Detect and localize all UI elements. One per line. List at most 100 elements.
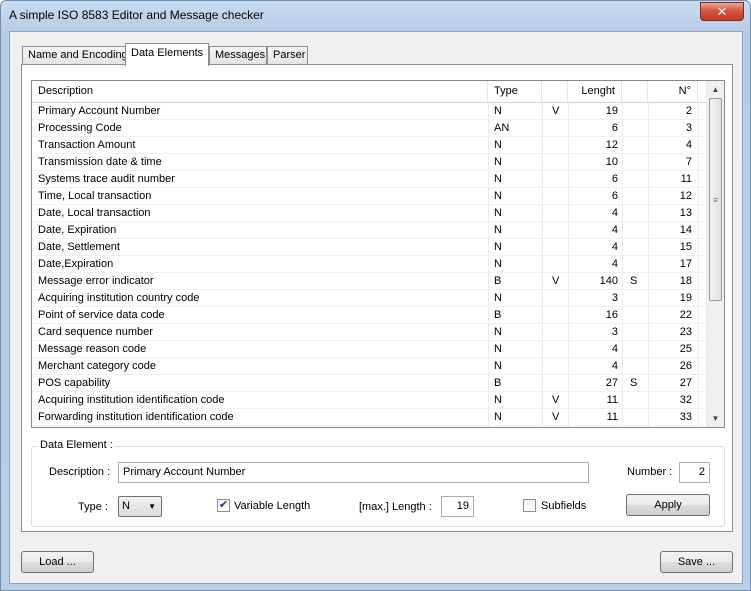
table-row[interactable]: Date, Local transaction N 4 13 (32, 205, 706, 222)
cell-variable: V (552, 105, 560, 117)
table-row[interactable]: Merchant category code N 4 26 (32, 358, 706, 375)
cell-number: 33 (679, 411, 692, 423)
scroll-up-arrow-icon[interactable]: ▲ (707, 81, 724, 98)
cell-type: N (494, 241, 502, 253)
cell-variable (552, 188, 562, 205)
max-length-label: [max.] Length : (359, 501, 432, 513)
column-header-length[interactable]: Lenght (568, 81, 622, 102)
cell-variable (552, 324, 562, 341)
variable-length-checkbox[interactable]: ✔ (217, 499, 230, 512)
cell-description: Primary Account Number (38, 105, 161, 117)
table-row[interactable]: Forwarding institution identification co… (32, 409, 706, 426)
main-window: A simple ISO 8583 Editor and Message che… (0, 0, 751, 591)
column-header-description[interactable]: Description (32, 81, 488, 102)
description-label: Description : (49, 466, 111, 478)
column-header-number[interactable]: N° (648, 81, 698, 102)
cell-number: 22 (679, 309, 692, 321)
cell-length: 4 (611, 343, 618, 355)
list-header: Description Type Lenght N° (32, 81, 706, 103)
variable-length-label[interactable]: Variable Length (234, 500, 310, 512)
cell-description: Time, Local transaction (38, 190, 152, 202)
cell-subfields (630, 154, 640, 171)
group-legend: Data Element : (38, 439, 115, 451)
type-select[interactable]: N ▼ (118, 496, 162, 517)
cell-subfields (630, 256, 640, 273)
list-rows: Primary Account Number N V 19 2 Processing Co… (32, 103, 706, 426)
cell-number: 25 (679, 343, 692, 355)
table-row[interactable]: Acquiring institution identification cod… (32, 392, 706, 409)
description-field[interactable]: Primary Account Number (118, 462, 589, 483)
table-row[interactable]: Primary Account Number N V 19 2 (32, 103, 706, 120)
cell-length: 4 (611, 207, 618, 219)
cell-subfields (630, 324, 640, 341)
cell-type: N (494, 156, 502, 168)
scroll-thumb[interactable]: ≡ (709, 98, 722, 301)
cell-type: N (494, 224, 502, 236)
grip-icon: ≡ (712, 195, 719, 205)
cell-number: 23 (679, 326, 692, 338)
cell-subfields (630, 188, 640, 205)
number-field[interactable]: 2 (679, 462, 710, 483)
table-row[interactable]: Transmission date & time N 10 7 (32, 154, 706, 171)
table-row[interactable]: Transaction Amount N 12 4 (32, 137, 706, 154)
table-row[interactable]: Message reason code N 4 25 (32, 341, 706, 358)
table-row[interactable]: Message error indicator B V 140 S 18 (32, 273, 706, 290)
cell-variable (552, 358, 562, 375)
data-elements-list[interactable]: Description Type Lenght N° Primary Accou… (31, 80, 725, 428)
tab-parser[interactable]: Parser (267, 46, 308, 65)
cell-variable (552, 137, 562, 154)
table-row[interactable]: Systems trace audit number N 6 11 (32, 171, 706, 188)
table-row[interactable]: Date,Expiration N 4 17 (32, 256, 706, 273)
cell-description: Date,Expiration (38, 258, 114, 270)
table-row[interactable]: Processing Code AN 6 3 (32, 120, 706, 137)
column-header-subfields[interactable] (622, 81, 648, 102)
vertical-scrollbar[interactable]: ▲ ≡ ▼ (706, 81, 724, 427)
cell-length: 4 (611, 224, 618, 236)
save-button[interactable]: Save ... (660, 551, 733, 573)
cell-length: 10 (605, 156, 618, 168)
cell-description: Date, Expiration (38, 224, 117, 236)
column-header-type[interactable]: Type (488, 81, 542, 102)
cell-description: Point of service data code (38, 309, 165, 321)
cell-subfields (630, 222, 640, 239)
cell-type: N (494, 190, 502, 202)
cell-type: N (494, 360, 502, 372)
table-row[interactable]: Acquiring institution country code N 3 19 (32, 290, 706, 307)
cell-number: 12 (679, 190, 692, 202)
max-length-field[interactable]: 19 (441, 496, 474, 517)
window-title: A simple ISO 8583 Editor and Message che… (9, 8, 264, 22)
cell-length: 16 (605, 309, 618, 321)
tab-data-elements[interactable]: Data Elements (125, 43, 209, 66)
data-elements-panel: Description Type Lenght N° Primary Accou… (21, 64, 733, 532)
cell-description: Acquiring institution country code (38, 292, 200, 304)
cell-number: 32 (679, 394, 692, 406)
cell-type: N (494, 139, 502, 151)
title-bar[interactable]: A simple ISO 8583 Editor and Message che… (1, 1, 750, 31)
table-row[interactable]: POS capability B 27 S 27 (32, 375, 706, 392)
apply-button[interactable]: Apply (626, 494, 710, 516)
subfields-label[interactable]: Subfields (541, 500, 586, 512)
table-row[interactable]: Card sequence number N 3 23 (32, 324, 706, 341)
table-row[interactable]: Point of service data code B 16 22 (32, 307, 706, 324)
scroll-down-arrow-icon[interactable]: ▼ (707, 410, 724, 427)
table-row[interactable]: Time, Local transaction N 6 12 (32, 188, 706, 205)
cell-subfields (630, 171, 640, 188)
table-row[interactable]: Date, Expiration N 4 14 (32, 222, 706, 239)
cell-length: 12 (605, 139, 618, 151)
load-button[interactable]: Load ... (21, 551, 94, 573)
subfields-checkbox[interactable] (523, 499, 536, 512)
close-button[interactable]: ✕ (700, 2, 744, 21)
cell-number: 14 (679, 224, 692, 236)
tab-messages[interactable]: Messages (209, 46, 267, 65)
cell-subfields (630, 103, 640, 120)
tab-name-and-encoding[interactable]: Name and Encoding (22, 46, 128, 65)
table-row[interactable]: Date, Settlement N 4 15 (32, 239, 706, 256)
cell-length: 3 (611, 326, 618, 338)
cell-number: 11 (680, 173, 692, 185)
cell-number: 3 (685, 122, 692, 134)
column-header-variable[interactable] (542, 81, 568, 102)
tab-label: Parser (273, 49, 306, 61)
cell-variable (552, 222, 562, 239)
cell-type: B (494, 275, 502, 287)
cell-length: 6 (611, 173, 618, 185)
